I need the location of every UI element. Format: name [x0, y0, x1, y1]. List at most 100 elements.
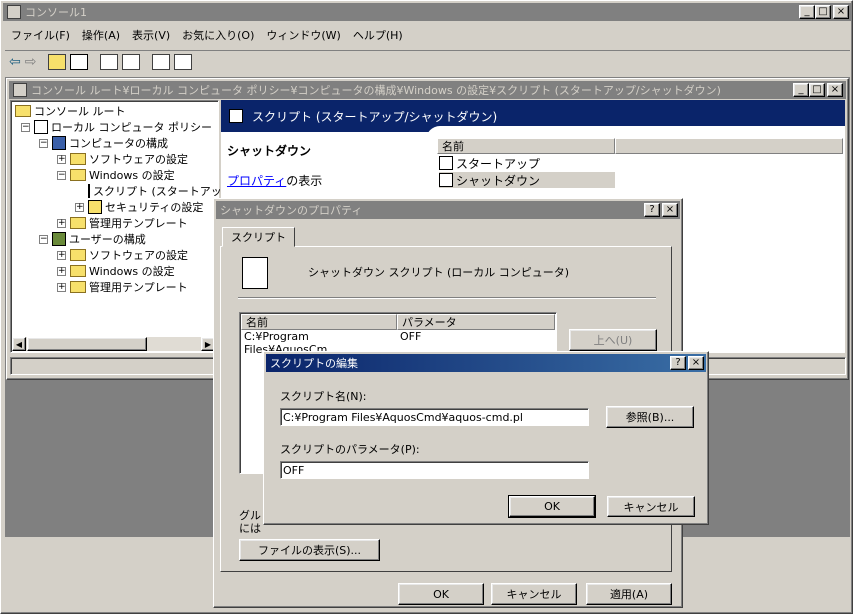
- group-text-2: には: [239, 522, 261, 535]
- tree-item-scripts[interactable]: スクリプト (スタートアップ: [13, 183, 233, 199]
- tree-item-console-root[interactable]: コンソール ルート: [13, 103, 216, 119]
- child-close-button[interactable]: ×: [827, 83, 843, 97]
- properties-link[interactable]: プロパティ: [227, 174, 286, 188]
- user-icon: [52, 232, 66, 246]
- properties-help-button[interactable]: ?: [644, 203, 660, 217]
- collapse-icon[interactable]: −: [39, 138, 48, 148]
- list-header-name[interactable]: 名前: [437, 138, 615, 154]
- folder-icon: [70, 265, 86, 277]
- tree-item-software-settings[interactable]: + ソフトウェアの設定: [13, 151, 216, 167]
- child-maximize-button[interactable]: □: [809, 83, 825, 97]
- tree-item-computer-config[interactable]: − コンピュータの構成: [13, 135, 216, 151]
- list-item-selected[interactable]: シャットダウン: [439, 172, 615, 188]
- tree-item-user-windows-settings[interactable]: + Windows の設定: [13, 263, 216, 279]
- security-icon: [88, 200, 102, 214]
- expand-icon[interactable]: +: [57, 282, 66, 292]
- menu-view[interactable]: 表示(V): [126, 26, 176, 44]
- expand-icon[interactable]: +: [75, 202, 84, 212]
- export-list-icon[interactable]: [122, 53, 141, 70]
- menu-help[interactable]: ヘルプ(H): [347, 26, 409, 44]
- scroll-left-icon[interactable]: ◀: [12, 337, 26, 351]
- properties-heading: シャットダウン スクリプト (ローカル コンピュータ): [308, 266, 570, 279]
- tree-item-admin-templates[interactable]: + 管理用テンプレート: [13, 215, 216, 231]
- child-icon: [13, 83, 27, 97]
- edit-script-dialog: スクリプトの編集 ? × スクリプト名(N): 参照(B)... スクリプトのパ…: [263, 351, 709, 525]
- script-row-name: C:¥Program Files¥AquosCm...: [244, 330, 338, 356]
- folder-icon: [70, 153, 86, 165]
- computer-icon: [52, 136, 66, 150]
- expand-icon[interactable]: +: [57, 250, 66, 260]
- script-list-header-param[interactable]: パラメータ: [397, 314, 555, 330]
- expand-icon[interactable]: +: [57, 218, 66, 228]
- tree-item-user-admin-templates[interactable]: + 管理用テンプレート: [13, 279, 216, 295]
- script-param-input[interactable]: [280, 461, 589, 479]
- tree-item-user-software-settings[interactable]: + ソフトウェアの設定: [13, 247, 216, 263]
- main-title-bar[interactable]: コンソール1: [3, 3, 852, 21]
- properties-cancel-button[interactable]: キャンセル: [491, 583, 577, 605]
- edit-help-button[interactable]: ?: [670, 356, 686, 370]
- heading-divider: [238, 297, 656, 299]
- tree-item-security-settings[interactable]: + セキュリティの設定: [13, 199, 216, 215]
- forward-arrow-icon[interactable]: ⇨: [25, 54, 37, 70]
- child-title-bar[interactable]: コンソール ルート¥ローカル コンピュータ ポリシー¥コンピュータの構成¥Win…: [9, 81, 846, 99]
- list-item[interactable]: スタートアップ: [439, 155, 540, 171]
- app-icon: [7, 5, 21, 19]
- help-icon[interactable]: [152, 53, 171, 70]
- up-folder-icon[interactable]: [48, 53, 67, 70]
- toolbar: ⇦ ⇨: [5, 50, 850, 72]
- properties-apply-button[interactable]: 適用(A): [586, 583, 672, 605]
- main-close-button[interactable]: ×: [833, 5, 849, 19]
- scroll-thumb[interactable]: [27, 337, 147, 351]
- expand-icon[interactable]: +: [57, 154, 66, 164]
- script-list-header-name[interactable]: 名前: [241, 314, 397, 330]
- menu-bar: ファイル(F) 操作(A) 表示(V) お気に入り(O) ウィンドウ(W) ヘル…: [5, 26, 409, 46]
- properties-icon[interactable]: [100, 53, 119, 70]
- folder-icon: [70, 249, 86, 261]
- edit-ok-button[interactable]: OK: [508, 495, 596, 518]
- main-window-title: コンソール1: [25, 6, 87, 19]
- script-name-label: スクリプト名(N):: [280, 390, 367, 403]
- script-name-input[interactable]: [280, 408, 589, 426]
- tree-hscrollbar[interactable]: ◀ ▶: [12, 337, 215, 351]
- tree-item-windows-settings[interactable]: − Windows の設定: [13, 167, 216, 183]
- selected-item-name: シャットダウン: [227, 144, 312, 158]
- tree-item-local-policy[interactable]: − ローカル コンピュータ ポリシー: [13, 119, 216, 135]
- script-icon: [229, 109, 243, 123]
- policy-icon: [34, 120, 48, 134]
- script-list-row[interactable]: C:¥Program Files¥AquosCm... OFF: [244, 330, 554, 356]
- properties-close-button[interactable]: ×: [662, 203, 678, 217]
- menu-action[interactable]: 操作(A): [76, 26, 126, 44]
- collapse-icon[interactable]: −: [39, 234, 48, 244]
- menu-file[interactable]: ファイル(F): [5, 26, 76, 44]
- tree-item-user-config[interactable]: − ユーザーの構成: [13, 231, 216, 247]
- edit-dialog-title: スクリプトの編集: [270, 357, 358, 370]
- show-tree-icon[interactable]: [70, 53, 89, 70]
- script-icon: [439, 173, 453, 187]
- properties-ok-button[interactable]: OK: [398, 583, 484, 605]
- menu-favorites[interactable]: お気に入り(O): [176, 26, 260, 44]
- up-button[interactable]: 上へ(U): [569, 329, 657, 351]
- main-maximize-button[interactable]: □: [815, 5, 831, 19]
- script-icon: [439, 156, 453, 170]
- properties-title-bar[interactable]: シャットダウンのプロパティ: [216, 201, 680, 219]
- action-pane-icon[interactable]: [174, 53, 193, 70]
- browse-button[interactable]: 参照(B)...: [606, 406, 694, 428]
- edit-cancel-button[interactable]: キャンセル: [607, 496, 695, 517]
- edit-title-bar[interactable]: スクリプトの編集: [266, 354, 706, 372]
- open-folder-icon: [70, 169, 86, 181]
- collapse-icon[interactable]: −: [21, 122, 30, 132]
- edit-close-button[interactable]: ×: [688, 356, 704, 370]
- show-files-button[interactable]: ファイルの表示(S)...: [239, 539, 380, 561]
- list-header-extra[interactable]: [615, 138, 843, 154]
- folder-icon: [15, 105, 31, 117]
- child-window-title: コンソール ルート¥ローカル コンピュータ ポリシー¥コンピュータの構成¥Win…: [31, 84, 721, 97]
- main-minimize-button[interactable]: _: [799, 5, 815, 19]
- folder-icon: [70, 281, 86, 293]
- tab-scripts[interactable]: スクリプト: [222, 227, 295, 247]
- back-arrow-icon[interactable]: ⇦: [9, 54, 21, 70]
- menu-window[interactable]: ウィンドウ(W): [260, 26, 346, 44]
- child-minimize-button[interactable]: _: [793, 83, 809, 97]
- script-icon: [88, 184, 90, 198]
- collapse-icon[interactable]: −: [57, 170, 66, 180]
- expand-icon[interactable]: +: [57, 266, 66, 276]
